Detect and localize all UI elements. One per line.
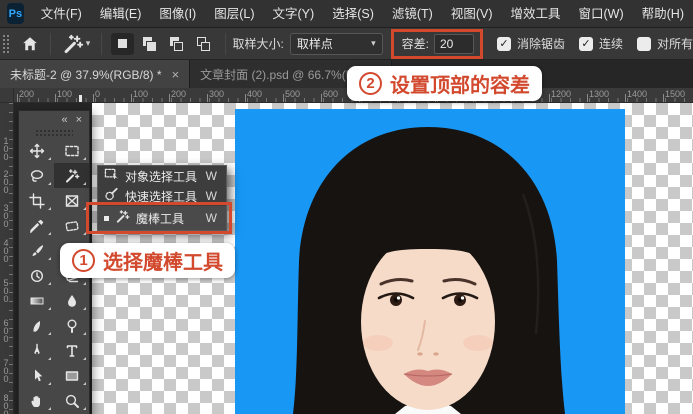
magic-wand-icon bbox=[115, 209, 130, 227]
tool-healing-patch[interactable] bbox=[54, 213, 89, 238]
new-selection-icon bbox=[118, 39, 128, 48]
object-selection-icon bbox=[104, 167, 119, 185]
ruler-origin-corner[interactable] bbox=[0, 88, 14, 103]
tool-dodge[interactable] bbox=[54, 313, 89, 338]
home-icon bbox=[21, 35, 39, 53]
ruler-cursor-marker bbox=[79, 95, 82, 102]
tool-options-bar: ▾ 取样大小: 取样点 ▾ 容差: 消除锯齿 连续 bbox=[0, 28, 693, 60]
menu-bar: Ps 文件(F) 编辑(E) 图像(I) 图层(L) 文字(Y) 选择(S) 滤… bbox=[0, 0, 693, 28]
quick-selection-icon bbox=[104, 187, 119, 205]
menu-layer[interactable]: 图层(L) bbox=[205, 0, 263, 28]
tool-move[interactable] bbox=[19, 138, 54, 163]
menu-select[interactable]: 选择(S) bbox=[323, 0, 383, 28]
tool-blur[interactable] bbox=[54, 288, 89, 313]
annotation-step-1: 1 选择魔棒工具 bbox=[60, 243, 235, 278]
menu-image[interactable]: 图像(I) bbox=[150, 0, 205, 28]
tool-zoom[interactable] bbox=[54, 388, 89, 413]
tool-lasso[interactable] bbox=[19, 163, 54, 188]
menu-help[interactable]: 帮助(H) bbox=[633, 0, 693, 28]
tool-magic-wand[interactable] bbox=[54, 163, 89, 188]
anti-alias-option[interactable]: 消除锯齿 bbox=[496, 35, 565, 52]
home-button[interactable] bbox=[17, 31, 43, 57]
flyout-item-object-selection[interactable]: 对象选择工具 W bbox=[98, 166, 226, 186]
tolerance-label: 容差: bbox=[401, 37, 429, 51]
annotation-text: 设置顶部的容差 bbox=[390, 75, 530, 97]
sample-all-layers-option[interactable]: 对所有 bbox=[637, 35, 693, 52]
flyout-item-magic-wand[interactable]: 魔棒工具 W bbox=[98, 206, 226, 230]
menu-view[interactable]: 视图(V) bbox=[442, 0, 502, 28]
portrait-photo[interactable] bbox=[235, 109, 625, 414]
tool-rectangle[interactable] bbox=[54, 363, 89, 388]
tool-eyedropper[interactable] bbox=[19, 213, 54, 238]
new-selection-mode-button[interactable] bbox=[111, 32, 135, 55]
collapse-panel-icon[interactable]: « bbox=[61, 114, 67, 126]
close-panel-icon[interactable]: × bbox=[76, 114, 82, 126]
tool-type[interactable] bbox=[54, 338, 89, 363]
checkbox-checked-icon[interactable] bbox=[578, 36, 593, 51]
magic-wand-icon bbox=[62, 33, 84, 55]
step-number-circle: 2 bbox=[359, 72, 382, 95]
divider bbox=[49, 32, 51, 55]
tool-path-selection[interactable] bbox=[19, 363, 54, 388]
sample-size-label: 取样大小: bbox=[232, 37, 284, 51]
divider bbox=[101, 32, 103, 55]
options-grip-handle[interactable] bbox=[2, 33, 9, 54]
current-tool-button[interactable]: ▾ bbox=[58, 31, 95, 57]
tolerance-highlight-box: 容差: bbox=[390, 28, 483, 59]
tool-brush[interactable] bbox=[19, 238, 54, 263]
tool-pen[interactable] bbox=[19, 338, 54, 363]
close-tab-icon[interactable] bbox=[172, 67, 180, 82]
intersect-selection-mode-button[interactable] bbox=[192, 33, 215, 55]
sample-size-dropdown[interactable]: 取样点 ▾ bbox=[289, 32, 383, 55]
current-tool-bullet bbox=[104, 215, 109, 221]
tool-hand[interactable] bbox=[19, 388, 54, 413]
tool-history-brush[interactable] bbox=[19, 263, 54, 288]
tool-frame[interactable] bbox=[54, 188, 89, 213]
vertical-ruler: 100 200 300 400 500 600 700 800 bbox=[0, 103, 14, 414]
menu-type[interactable]: 文字(Y) bbox=[264, 0, 324, 28]
subtract-from-selection-mode-button[interactable] bbox=[165, 33, 188, 55]
chevron-down-icon: ▾ bbox=[85, 38, 91, 48]
portrait-illustration bbox=[293, 127, 565, 414]
step-number-circle: 1 bbox=[72, 249, 95, 272]
tab-untitled-2[interactable]: 未标题-2 @ 37.9%(RGB/8) * bbox=[0, 60, 191, 88]
tool-rectangular-marquee[interactable] bbox=[54, 138, 89, 163]
chevron-down-icon: ▾ bbox=[371, 38, 376, 48]
menu-file[interactable]: 文件(F) bbox=[32, 0, 91, 28]
photoshop-window: Ps 文件(F) 编辑(E) 图像(I) 图层(L) 文字(Y) 选择(S) 滤… bbox=[0, 0, 693, 414]
menu-edit[interactable]: 编辑(E) bbox=[91, 0, 151, 28]
menu-window[interactable]: 窗口(W) bbox=[570, 0, 633, 28]
checkbox-checked-icon[interactable] bbox=[496, 36, 511, 51]
tools-panel-header: « × bbox=[19, 111, 89, 129]
annotation-text: 选择魔棒工具 bbox=[103, 252, 223, 274]
tool-smudge[interactable] bbox=[19, 313, 54, 338]
tool-gradient[interactable] bbox=[19, 288, 54, 313]
selection-tools-flyout-menu: 对象选择工具 W 快速选择工具 W 魔棒工具 W bbox=[97, 165, 227, 231]
panel-grip-handle[interactable] bbox=[35, 129, 73, 138]
flyout-item-quick-selection[interactable]: 快速选择工具 W bbox=[98, 186, 226, 206]
annotation-step-2: 2 设置顶部的容差 bbox=[347, 66, 542, 101]
add-to-selection-mode-button[interactable] bbox=[138, 33, 161, 55]
menu-filter[interactable]: 滤镜(T) bbox=[383, 0, 442, 28]
menu-plugins[interactable]: 增效工具 bbox=[502, 0, 570, 28]
photoshop-logo-icon: Ps bbox=[7, 3, 24, 24]
tolerance-input[interactable] bbox=[433, 33, 474, 54]
tool-crop[interactable] bbox=[19, 188, 54, 213]
contiguous-option[interactable]: 连续 bbox=[578, 35, 623, 52]
checkbox-unchecked-icon[interactable] bbox=[637, 36, 651, 51]
divider bbox=[224, 32, 226, 55]
